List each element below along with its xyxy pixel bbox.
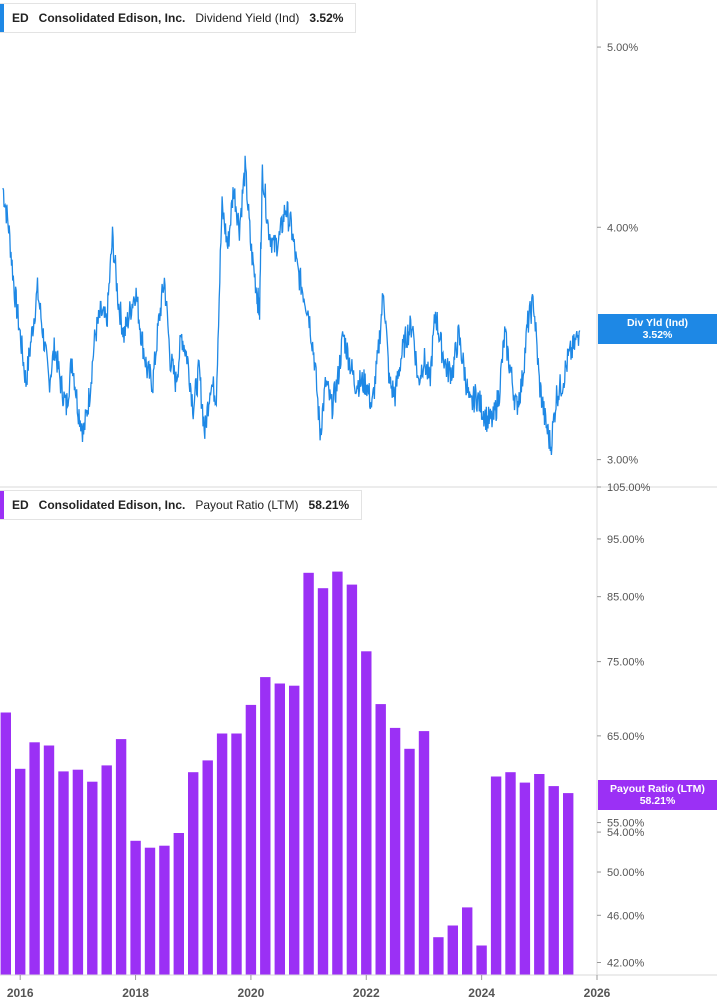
yield-tick-label: 5.00% <box>607 42 638 54</box>
payout-bar <box>490 776 502 975</box>
yield-tick-label: 3.00% <box>607 455 638 467</box>
payout-bar <box>274 683 285 975</box>
payout-bar <box>58 771 69 975</box>
payout-bar <box>216 733 228 975</box>
yield-legend-metric: Dividend Yield (Ind) <box>195 11 300 25</box>
payout-swatch <box>0 491 4 519</box>
payout-bar <box>159 845 170 975</box>
payout-bar <box>188 772 199 975</box>
x-tick-label: 2024 <box>468 986 495 1000</box>
x-tick-label: 2018 <box>122 986 149 1000</box>
yield-badge-label: Div Yld (Ind) <box>626 317 689 329</box>
payout-bar <box>332 571 343 975</box>
payout-badge-value: 58.21% <box>639 795 676 807</box>
payout-legend-ticker: ED <box>12 498 29 512</box>
payout-bar <box>505 772 516 975</box>
payout-legend-metric: Payout Ratio (LTM) <box>195 498 299 512</box>
payout-bar <box>548 786 559 975</box>
payout-bar <box>289 685 300 975</box>
payout-plot <box>0 571 574 975</box>
payout-bar <box>130 840 141 975</box>
payout-tick-label: 54.00% <box>607 827 645 839</box>
x-tick-label: 2020 <box>238 986 265 1000</box>
payout-bar <box>144 847 156 975</box>
payout-bar <box>115 739 127 975</box>
payout-legend-value: 58.21% <box>308 498 350 512</box>
payout-bar <box>433 937 444 975</box>
payout-bar <box>361 651 372 975</box>
yield-legend: ED Consolidated Edison, Inc. Dividend Yi… <box>0 3 357 33</box>
payout-tick-label: 85.00% <box>607 592 645 604</box>
payout-bar <box>404 748 415 975</box>
yield-value-badge: Div Yld (Ind) 3.52% <box>598 314 717 344</box>
payout-bar <box>346 584 358 975</box>
x-tick-label: 2016 <box>7 986 34 1000</box>
x-tick-label: 2026 <box>584 986 611 1000</box>
payout-tick-label: 95.00% <box>607 534 645 546</box>
payout-bar <box>303 572 314 975</box>
payout-bar <box>462 907 473 975</box>
payout-bar <box>418 731 430 975</box>
payout-legend-company: Consolidated Edison, Inc. <box>38 498 186 512</box>
payout-bar <box>173 833 184 975</box>
payout-value-badge: Payout Ratio (LTM) 58.21% <box>598 780 717 810</box>
payout-bar <box>534 774 545 975</box>
payout-badge-label: Payout Ratio (LTM) <box>610 783 705 795</box>
payout-bar <box>101 765 112 975</box>
payout-tick-label: 50.00% <box>607 867 645 879</box>
yield-badge-value: 3.52% <box>642 329 673 341</box>
payout-bar <box>519 782 531 975</box>
payout-bar <box>15 768 26 975</box>
payout-bar <box>563 793 574 975</box>
payout-bar <box>29 742 40 975</box>
x-tick-label: 2022 <box>353 986 380 1000</box>
payout-bar <box>245 704 257 975</box>
payout-bar <box>87 781 98 975</box>
payout-bar <box>260 677 271 975</box>
payout-tick-label: 65.00% <box>607 731 645 743</box>
yield-tick-label: 4.00% <box>607 222 638 234</box>
yield-legend-value: 3.52% <box>309 11 344 25</box>
yield-series-line <box>2 155 581 456</box>
payout-tick-label: 46.00% <box>607 910 645 922</box>
yield-legend-company: Consolidated Edison, Inc. <box>38 11 186 25</box>
payout-bar <box>317 588 329 975</box>
payout-bar <box>389 727 401 975</box>
payout-tick-label: 105.00% <box>607 482 651 494</box>
payout-bar <box>476 945 487 975</box>
payout-bar <box>202 760 213 975</box>
payout-tick-label: 75.00% <box>607 657 645 669</box>
payout-bar <box>447 925 458 975</box>
payout-bar <box>43 745 55 975</box>
yield-plot <box>2 155 581 456</box>
payout-bar <box>0 712 11 975</box>
payout-bar <box>72 769 84 975</box>
payout-bar <box>375 704 386 975</box>
payout-bar <box>231 733 242 975</box>
payout-legend: ED Consolidated Edison, Inc. Payout Rati… <box>0 490 363 520</box>
yield-legend-ticker: ED <box>12 11 29 25</box>
yield-swatch <box>0 4 4 32</box>
payout-tick-label: 42.00% <box>607 957 645 969</box>
